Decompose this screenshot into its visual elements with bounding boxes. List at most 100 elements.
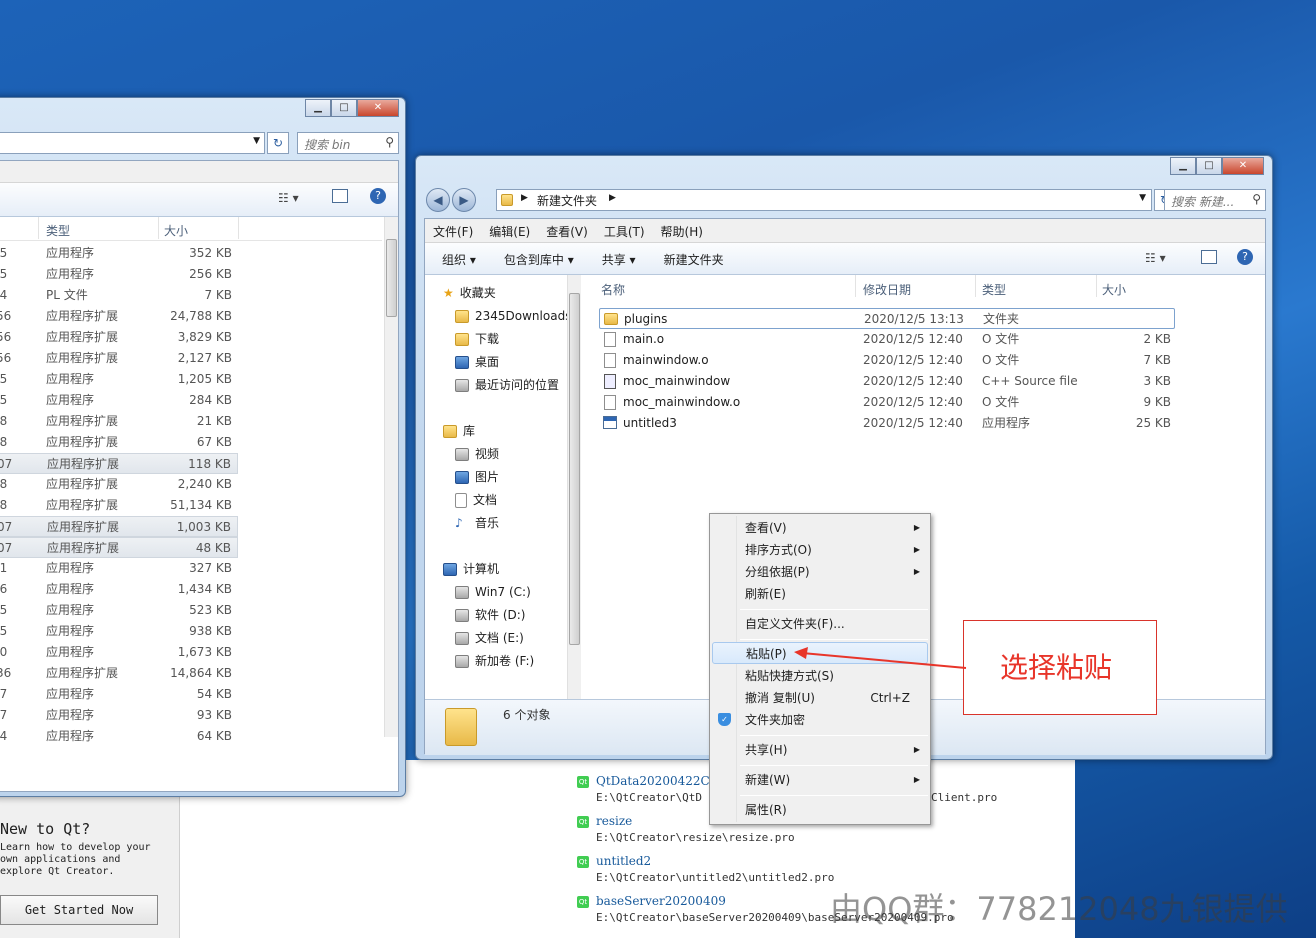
table-row[interactable]: 25 应用程序 284 KB: [0, 390, 238, 411]
table-row[interactable]: 18 应用程序扩展 51,134 KB: [0, 495, 238, 516]
nav-libraries[interactable]: 库: [443, 420, 475, 442]
share-button[interactable]: 共享 ▾: [602, 251, 636, 267]
refresh-icon[interactable]: ↻: [267, 132, 289, 154]
table-row[interactable]: :36 应用程序扩展 14,864 KB: [0, 663, 238, 684]
breadcrumb[interactable]: 新建文件夹: [537, 192, 597, 209]
menu-item-folder-encrypt[interactable]: ✓ 文件夹加密: [712, 709, 928, 731]
help-icon[interactable]: ?: [1237, 249, 1253, 265]
search-input[interactable]: 搜索 bin ⚲: [297, 132, 399, 154]
scrollbar-thumb[interactable]: [386, 239, 397, 317]
table-row[interactable]: 04 PL 文件 7 KB: [0, 285, 238, 306]
file-row[interactable]: mainwindow.o 2020/12/5 12:40 O 文件 7 KB: [599, 350, 1175, 371]
nav-scrollbar[interactable]: [567, 275, 581, 699]
project-name[interactable]: resize: [596, 814, 632, 828]
nav-item[interactable]: 下载: [455, 328, 499, 350]
nav-item[interactable]: Win7 (C:): [455, 581, 531, 603]
preview-pane-icon[interactable]: [332, 189, 348, 203]
new-folder-button[interactable]: 新建文件夹: [664, 251, 724, 267]
menu-item-group[interactable]: 分组依据(P) ▶: [712, 561, 928, 583]
help-icon[interactable]: ?: [370, 188, 386, 204]
table-row[interactable]: 18 应用程序扩展 67 KB: [0, 432, 238, 453]
minimize-button[interactable]: ▁: [1170, 157, 1196, 175]
nav-item[interactable]: 视频: [455, 443, 499, 465]
type-column-header[interactable]: 类型: [982, 281, 1006, 298]
table-row[interactable]: 11 应用程序 327 KB: [0, 558, 238, 579]
table-row[interactable]: :07 应用程序扩展 48 KB: [0, 537, 238, 558]
file-row[interactable]: untitled3 2020/12/5 12:40 应用程序 25 KB: [599, 413, 1175, 434]
back-button[interactable]: ◀: [426, 188, 450, 212]
vertical-scrollbar[interactable]: [384, 217, 398, 737]
nav-item[interactable]: 软件 (D:): [455, 604, 525, 626]
maximize-button[interactable]: □: [1196, 157, 1222, 175]
table-row[interactable]: :56 应用程序扩展 3,829 KB: [0, 327, 238, 348]
file-row[interactable]: moc_mainwindow 2020/12/5 12:40 C++ Source …: [599, 371, 1175, 392]
table-row[interactable]: 25 应用程序 938 KB: [0, 621, 238, 642]
address-bar[interactable]: ▼: [0, 132, 265, 154]
search-input[interactable]: 搜索 新建... ⚲: [1164, 189, 1266, 211]
table-row[interactable]: 14 应用程序 64 KB: [0, 726, 238, 747]
table-row[interactable]: 45 应用程序 1,205 KB: [0, 369, 238, 390]
date-column-header[interactable]: 修改日期: [863, 281, 911, 298]
nav-item[interactable]: 最近访问的位置: [455, 374, 559, 396]
get-started-button[interactable]: Get Started Now: [0, 895, 158, 925]
menu-view[interactable]: 查看(V): [546, 223, 588, 239]
table-row[interactable]: :07 应用程序扩展 118 KB: [0, 453, 238, 474]
size-column-header[interactable]: 大小: [164, 222, 188, 239]
view-options-icon[interactable]: ☷ ▾: [1145, 251, 1166, 265]
project-name[interactable]: baseServer20200409: [596, 894, 726, 908]
nav-item[interactable]: 新加卷 (F:): [455, 650, 534, 672]
table-row[interactable]: :56 应用程序扩展 2,127 KB: [0, 348, 238, 369]
project-name[interactable]: untitled2: [596, 854, 651, 868]
table-row[interactable]: 18 应用程序扩展 21 KB: [0, 411, 238, 432]
nav-item[interactable]: 图片: [455, 466, 499, 488]
minimize-button[interactable]: ▁: [305, 99, 331, 117]
organize-button[interactable]: 组织 ▾: [442, 251, 476, 267]
menu-help[interactable]: 帮助(H): [661, 223, 703, 239]
file-row[interactable]: moc_mainwindow.o 2020/12/5 12:40 O 文件 9 KB: [599, 392, 1175, 413]
include-in-library-button[interactable]: 包含到库中 ▾: [504, 251, 574, 267]
table-row[interactable]: :56 应用程序扩展 24,788 KB: [0, 306, 238, 327]
file-row[interactable]: plugins 2020/12/5 13:13 文件夹: [599, 308, 1175, 329]
table-row[interactable]: 10 应用程序 1,673 KB: [0, 642, 238, 663]
menu-tools[interactable]: 工具(T): [604, 223, 645, 239]
close-button[interactable]: ✕: [1222, 157, 1264, 175]
nav-item[interactable]: 2345Downloads: [455, 305, 571, 327]
menu-item-share[interactable]: 共享(H) ▶: [712, 739, 928, 761]
table-row[interactable]: 17 应用程序 93 KB: [0, 705, 238, 726]
file-row[interactable]: main.o 2020/12/5 12:40 O 文件 2 KB: [599, 329, 1175, 350]
menu-item-refresh[interactable]: 刷新(E): [712, 583, 928, 605]
nav-item[interactable]: 桌面: [455, 351, 499, 373]
nav-favorites[interactable]: ★ 收藏夹: [443, 282, 496, 304]
nav-computer[interactable]: 计算机: [443, 558, 499, 580]
menu-item-customize[interactable]: 自定义文件夹(F)...: [712, 613, 928, 635]
table-row[interactable]: 26 应用程序 1,434 KB: [0, 579, 238, 600]
close-button[interactable]: ✕: [357, 99, 399, 117]
address-bar[interactable]: ▶ 新建文件夹 ▶ ▼: [496, 189, 1152, 211]
nav-item[interactable]: ♪ 音乐: [455, 512, 499, 534]
table-row[interactable]: :07 应用程序扩展 1,003 KB: [0, 516, 238, 537]
menu-file[interactable]: 文件(F): [433, 223, 473, 239]
menu-item-new[interactable]: 新建(W) ▶: [712, 769, 928, 791]
maximize-button[interactable]: □: [331, 99, 357, 117]
menu-item-view[interactable]: 查看(V) ▶: [712, 517, 928, 539]
size-column-header[interactable]: 大小: [1102, 281, 1126, 298]
menu-item-sort[interactable]: 排序方式(O) ▶: [712, 539, 928, 561]
nav-item[interactable]: 文档: [455, 489, 497, 511]
menu-edit[interactable]: 编辑(E): [489, 223, 530, 239]
type-column-header[interactable]: 类型: [46, 222, 70, 239]
project-name[interactable]: QtData20200422Cli: [596, 774, 717, 788]
chevron-down-icon[interactable]: ▼: [1139, 193, 1146, 203]
menu-item-undo-copy[interactable]: 撤消 复制(U) Ctrl+Z: [712, 687, 928, 709]
nav-item[interactable]: 文档 (E:): [455, 627, 524, 649]
view-options-icon[interactable]: ☷ ▾: [278, 191, 299, 205]
table-row[interactable]: 45 应用程序 352 KB: [0, 243, 238, 264]
scrollbar-thumb[interactable]: [569, 293, 580, 645]
table-row[interactable]: 45 应用程序 256 KB: [0, 264, 238, 285]
table-row[interactable]: 18 应用程序扩展 2,240 KB: [0, 474, 238, 495]
chevron-down-icon[interactable]: ▼: [253, 136, 260, 146]
table-row[interactable]: 07 应用程序 54 KB: [0, 684, 238, 705]
name-column-header[interactable]: 名称: [601, 281, 625, 298]
table-row[interactable]: 25 应用程序 523 KB: [0, 600, 238, 621]
menu-item-properties[interactable]: 属性(R): [712, 799, 928, 821]
preview-pane-icon[interactable]: [1201, 250, 1217, 264]
